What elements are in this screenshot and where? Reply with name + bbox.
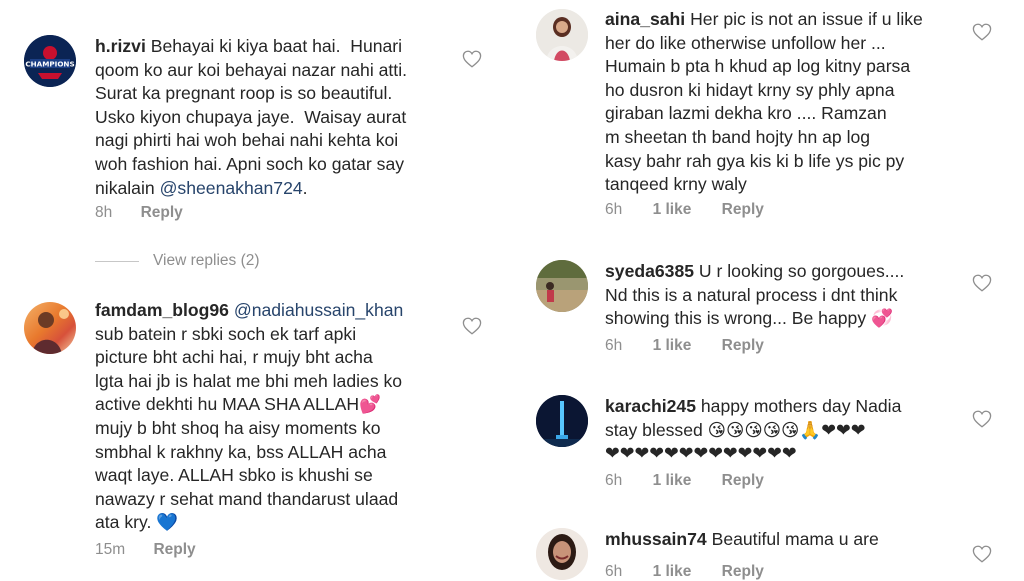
comment-line: lgta hai jb is halat me bhi meh ladies k… xyxy=(95,370,403,391)
avatar[interactable] xyxy=(536,528,588,580)
likes-count[interactable]: 1 like xyxy=(653,472,692,490)
comment-line: nawazy r sehat mand thandarust ulaad xyxy=(95,488,399,509)
comment-line: ❤❤❤❤❤❤❤❤❤❤❤❤❤ xyxy=(605,443,797,464)
comment-karachi245: karachi245 happy mothers day Nadia stay … xyxy=(512,392,1024,502)
view-replies-divider xyxy=(95,261,139,262)
reply-button[interactable]: Reply xyxy=(722,563,764,581)
comment-line: nikalain xyxy=(95,177,160,198)
comment-meta: 6h 1 like Reply xyxy=(605,472,764,490)
comment-line: happy mothers day Nadia xyxy=(695,396,902,416)
comments-column-left: CHAMPIONS h.rizvi Behayai ki kiya baat h… xyxy=(0,0,512,576)
champions-logo-icon: CHAMPIONS xyxy=(24,35,76,87)
comment-line: Beautiful mama u are xyxy=(706,529,879,549)
comment-line: ata kry. 💙 xyxy=(95,512,179,533)
comment-username[interactable]: h.rizvi xyxy=(95,36,146,56)
comment-line: Behayai ki kiya baat hai. Hunari xyxy=(145,36,403,56)
comment-meta: 6h 1 like Reply xyxy=(605,563,764,581)
avatar[interactable] xyxy=(536,395,588,447)
mention-link[interactable]: @sheenakhan724 xyxy=(160,178,303,198)
avatar-badge-text: CHAMPIONS xyxy=(25,60,74,69)
comment-line: picture bht achi hai, r mujy bht acha xyxy=(95,347,373,368)
comment-line: Usko kiyon chupaya jaye. Waisay aurat xyxy=(95,106,407,127)
reply-button[interactable]: Reply xyxy=(722,337,764,355)
comment-line: tanqeed krny waly xyxy=(605,174,747,195)
comment-username[interactable]: karachi245 xyxy=(605,396,696,416)
comment-line: Humain b pta h khud ap log kitny parsa xyxy=(605,56,911,77)
comment-text: syeda6385 U r looking so gorgoues.... Nd… xyxy=(605,260,1005,331)
view-replies-link[interactable]: View replies (2) xyxy=(153,252,260,270)
comment-famdam-blog96: famdam_blog96 @nadiahussain_khan sub bat… xyxy=(0,290,512,576)
comment-h-rizvi: CHAMPIONS h.rizvi Behayai ki kiya baat h… xyxy=(0,0,512,230)
comment-username[interactable]: famdam_blog96 xyxy=(95,300,229,320)
mention-link[interactable]: @nadiahussain_khan xyxy=(234,300,404,320)
comment-text: famdam_blog96 @nadiahussain_khan sub bat… xyxy=(95,299,490,535)
comment-line: Surat ka pregnant roop is so beautiful. xyxy=(95,83,393,104)
comment-username[interactable]: syeda6385 xyxy=(605,261,694,281)
comment-time: 8h xyxy=(95,204,113,221)
likes-count[interactable]: 1 like xyxy=(653,201,692,219)
comment-text: mhussain74 Beautiful mama u are xyxy=(605,528,1005,552)
reply-button[interactable]: Reply xyxy=(141,204,183,222)
reply-button[interactable]: Reply xyxy=(722,472,764,490)
comment-mhussain74: mhussain74 Beautiful mama u are 6h 1 lik… xyxy=(512,528,1024,580)
heart-outline-icon[interactable] xyxy=(972,410,992,428)
comment-time: 6h xyxy=(605,201,623,218)
comment-meta: 6h 1 like Reply xyxy=(605,201,764,219)
comment-time: 15m xyxy=(95,541,126,558)
comment-line: stay blessed 😘😘😘😘😘🙏❤❤❤ xyxy=(605,419,866,440)
comment-text: aina_sahi Her pic is not an issue if u l… xyxy=(605,8,1005,197)
comment-line: kasy bahr rah gya kis ki b life ys pic p… xyxy=(605,150,905,171)
avatar[interactable]: CHAMPIONS xyxy=(24,35,76,87)
comment-line: active dekhti hu MAA SHA ALLAH💕 xyxy=(95,394,381,415)
comment-meta: 15m Reply xyxy=(95,541,196,559)
comment-line: showing this is wrong... Be happy 💞 xyxy=(605,308,893,329)
comment-line: U r looking so gorgoues.... xyxy=(694,261,905,281)
comment-text: karachi245 happy mothers day Nadia stay … xyxy=(605,395,1005,466)
heart-outline-icon[interactable] xyxy=(972,274,992,292)
comment-aina-sahi: aina_sahi Her pic is not an issue if u l… xyxy=(512,0,1024,240)
comment-meta: 8h Reply xyxy=(95,204,183,222)
heart-outline-icon[interactable] xyxy=(972,23,992,41)
comment-time: 6h xyxy=(605,563,623,580)
reply-button[interactable]: Reply xyxy=(153,541,195,559)
comment-text: h.rizvi Behayai ki kiya baat hai. Hunari… xyxy=(95,35,490,200)
comment-line: waqt laye. ALLAH sbko is khushi se xyxy=(95,465,373,486)
heart-outline-icon[interactable] xyxy=(462,317,482,335)
comments-column-right: aina_sahi Her pic is not an issue if u l… xyxy=(512,0,1024,580)
comment-line: ho dusron ki hidayt krny sy phly apna xyxy=(605,79,895,100)
comment-username[interactable]: mhussain74 xyxy=(605,529,707,549)
comment-line: Nd this is a natural process i dnt think xyxy=(605,284,898,305)
avatar[interactable] xyxy=(24,302,76,354)
comment-syeda6385: syeda6385 U r looking so gorgoues.... Nd… xyxy=(512,256,1024,366)
likes-count[interactable]: 1 like xyxy=(653,563,692,581)
comment-time: 6h xyxy=(605,337,623,354)
avatar[interactable] xyxy=(536,9,588,61)
comment-line: Her pic is not an issue if u like xyxy=(685,9,923,29)
comment-line: sub batein r sbki soch ek tarf apki xyxy=(95,323,357,344)
comment-line: . xyxy=(302,177,308,198)
comment-line: her do like otherwise unfollow her ... xyxy=(605,32,886,53)
user-photo-icon xyxy=(536,260,588,312)
likes-count[interactable]: 1 like xyxy=(653,337,692,355)
comment-username[interactable]: aina_sahi xyxy=(605,9,685,29)
comment-line: mujy b bht shoq ha aisy moments ko xyxy=(95,417,381,438)
comment-line: woh fashion hai. Apni soch ko gatar say xyxy=(95,153,405,174)
user-photo-icon xyxy=(536,9,588,61)
comment-line: smbhal k rakhny ka, bss ALLAH acha xyxy=(95,441,387,462)
comment-line: giraban lazmi dekha kro .... Ramzan xyxy=(605,103,887,124)
comment-line: qoom ko aur koi behayai nazar nahi atti. xyxy=(95,59,407,80)
comment-meta: 6h 1 like Reply xyxy=(605,337,764,355)
user-photo-icon xyxy=(32,309,69,354)
comment-time: 6h xyxy=(605,472,623,489)
comment-line: nagi phirti hai woh behai nahi kehta koi xyxy=(95,130,399,151)
heart-outline-icon[interactable] xyxy=(462,50,482,68)
user-photo-icon xyxy=(536,528,588,580)
comment-line: m sheetan th band hojty hn ap log xyxy=(605,126,871,147)
reply-button[interactable]: Reply xyxy=(722,201,764,219)
user-photo-icon xyxy=(536,395,588,447)
heart-outline-icon[interactable] xyxy=(972,545,992,563)
avatar[interactable] xyxy=(536,260,588,312)
